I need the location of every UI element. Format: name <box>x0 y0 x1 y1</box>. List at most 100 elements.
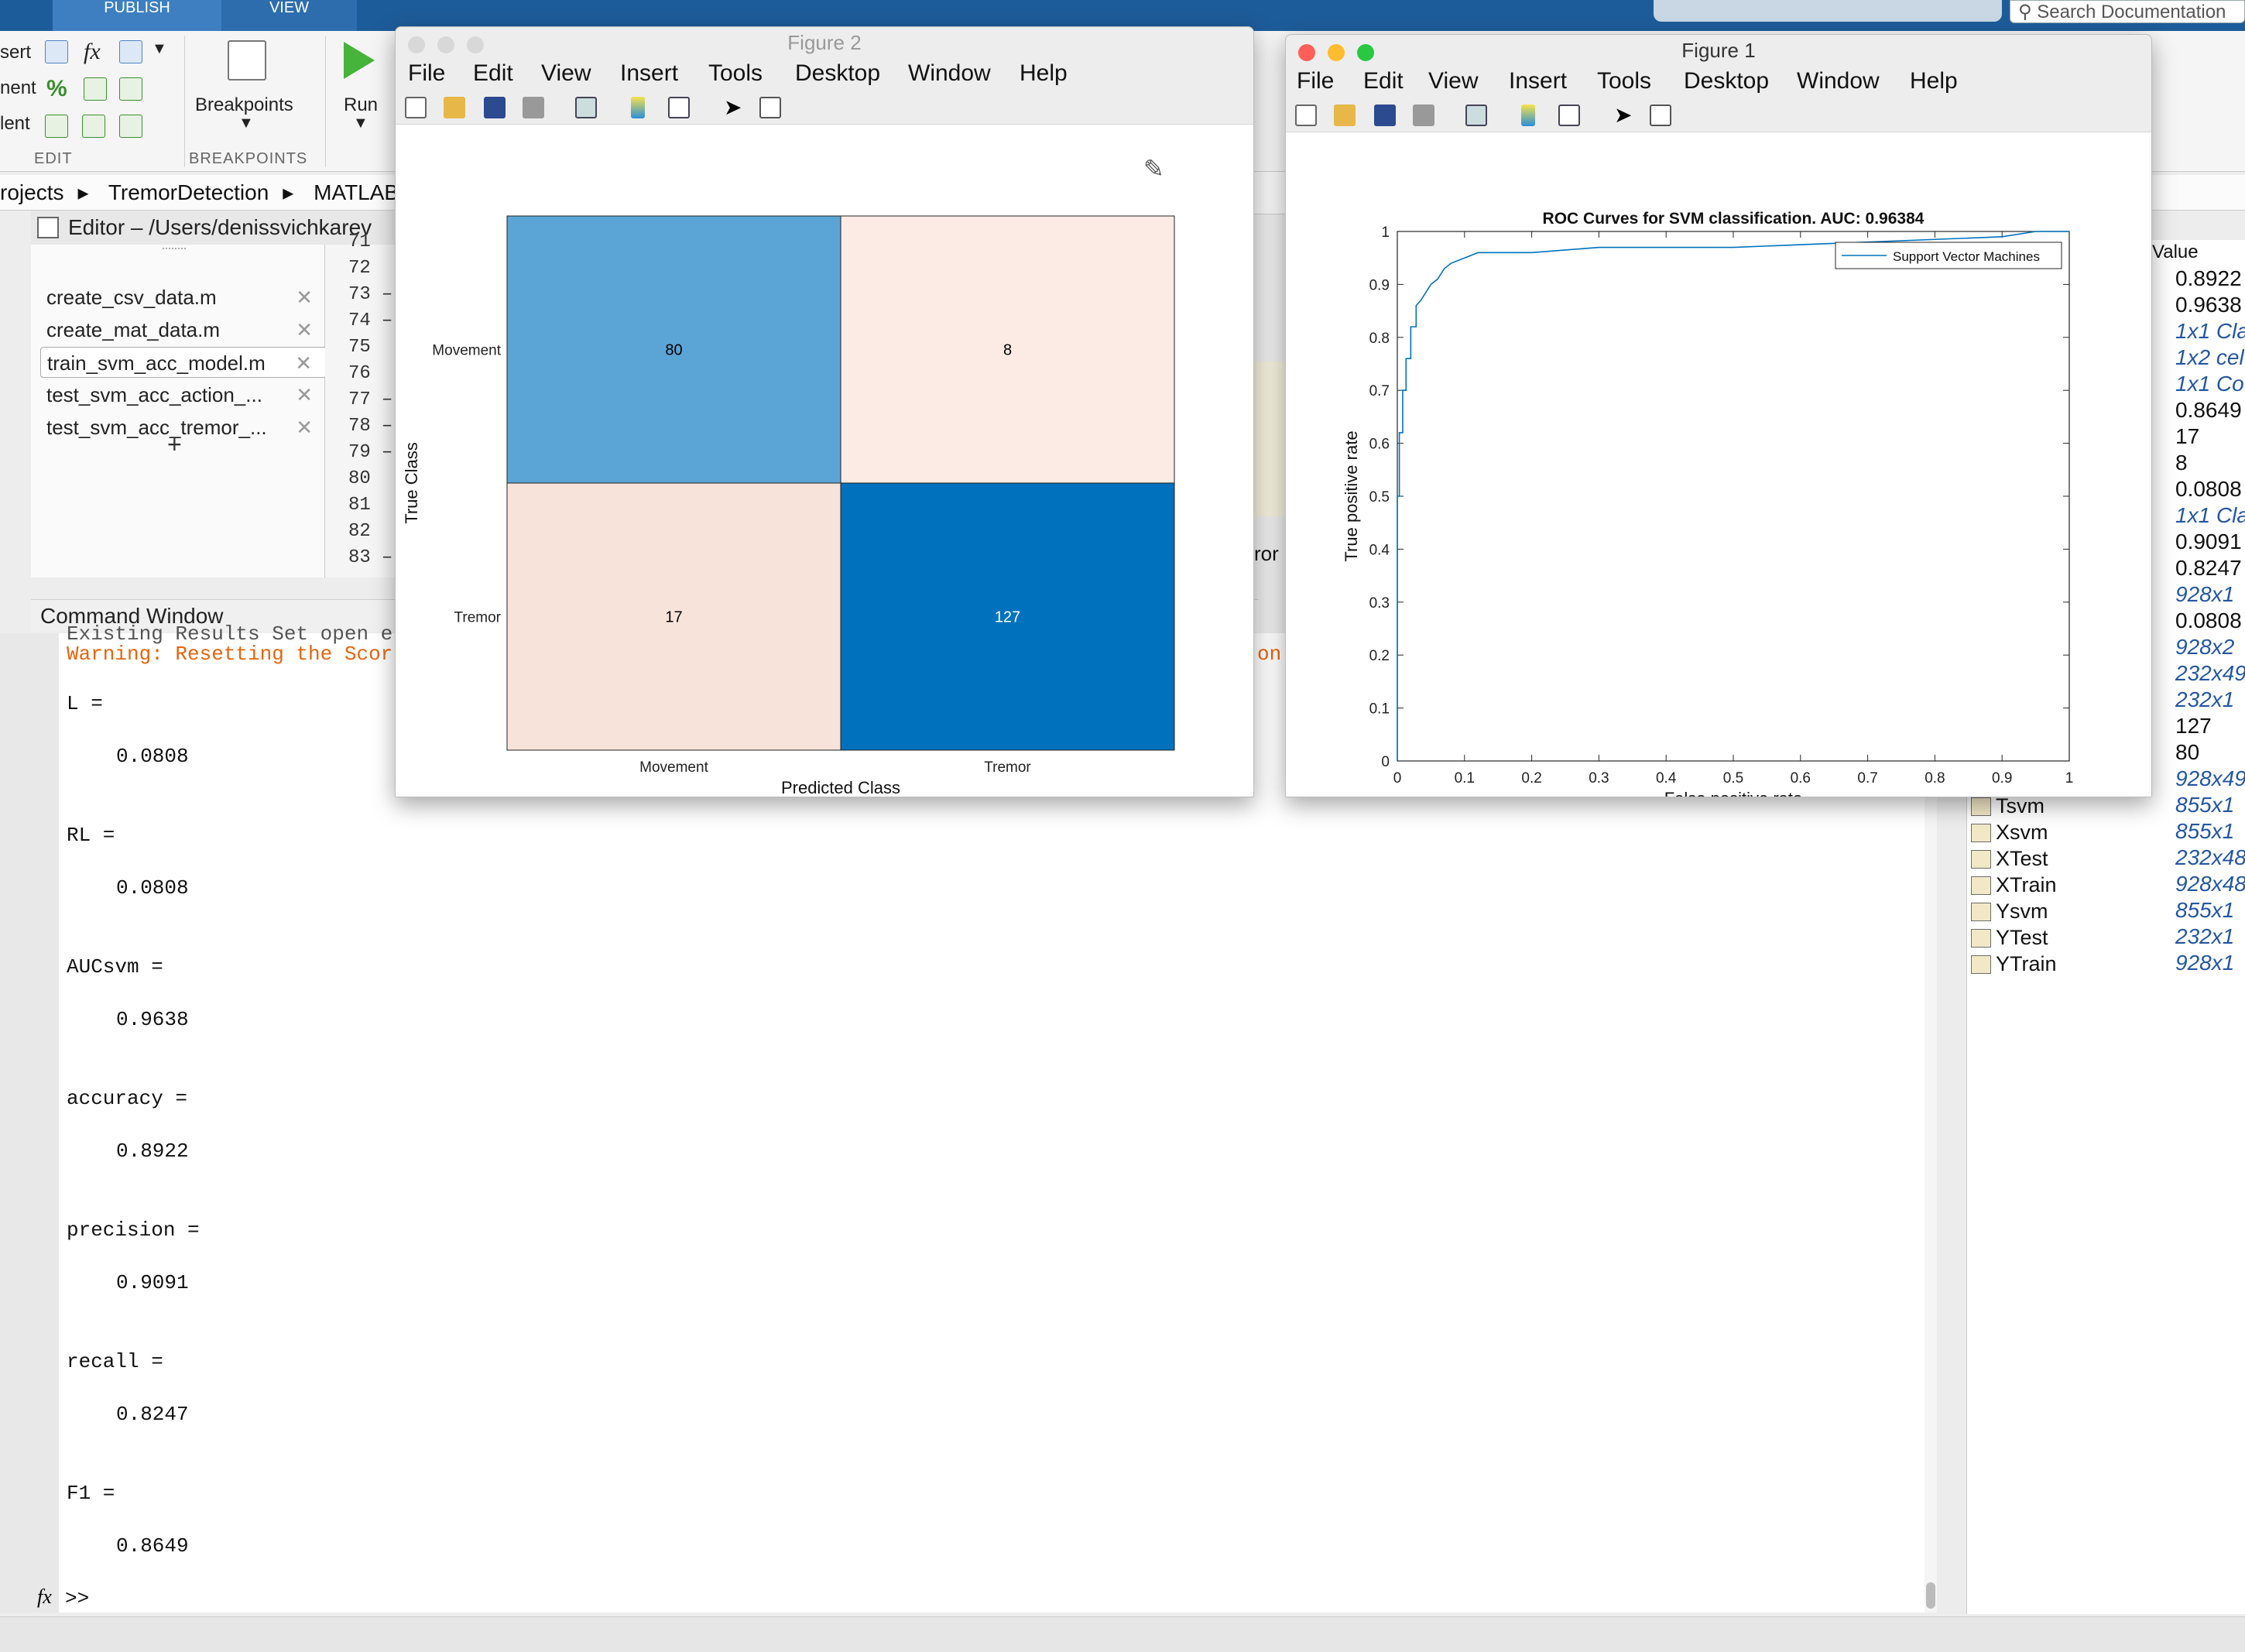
editor-file-tab[interactable]: test_svm_acc_tremor_... ✕ <box>40 412 327 443</box>
tab-view[interactable]: VIEW <box>221 0 357 31</box>
workspace-value[interactable]: 0.0808 <box>2175 477 2242 502</box>
save-icon[interactable] <box>1374 105 1396 126</box>
workspace-value[interactable]: 928x49 <box>2175 766 2245 791</box>
close-icon[interactable]: ✕ <box>296 282 313 313</box>
workspace-value[interactable]: 928x2 <box>2175 635 2234 660</box>
cursor-icon[interactable]: ➤ <box>724 97 745 118</box>
save-icon[interactable] <box>484 97 506 118</box>
new-figure-icon[interactable] <box>1295 105 1317 126</box>
workspace-value[interactable]: 0.0808 <box>2175 608 2242 633</box>
workspace-value[interactable]: 232x1 <box>2175 687 2234 712</box>
menu-file[interactable]: File <box>408 58 445 89</box>
chevron-down-icon[interactable]: ▼ <box>238 115 254 132</box>
breadcrumb-item[interactable]: MATLAB <box>314 180 399 204</box>
search-documentation-input[interactable]: ⚲ Search Documentation <box>2010 0 2245 23</box>
property-editor-icon[interactable] <box>1650 105 1671 126</box>
close-icon[interactable]: ✕ <box>296 379 313 410</box>
workspace-value[interactable]: 855x1 <box>2175 898 2234 923</box>
minimize-icon[interactable] <box>1328 44 1345 61</box>
comment-button[interactable]: nent <box>0 77 36 99</box>
code-fold-mark[interactable]: – <box>382 416 392 437</box>
workspace-value[interactable]: 17 <box>2175 424 2199 449</box>
uncomment-icon[interactable] <box>84 77 107 101</box>
workspace-value[interactable]: 8 <box>2175 451 2188 475</box>
workspace-value[interactable]: 0.8922 <box>2175 266 2242 291</box>
editor-file-tab[interactable]: create_csv_data.m ✕ <box>40 282 327 313</box>
comment-icon[interactable]: % <box>46 76 67 102</box>
maximize-icon[interactable] <box>1357 44 1374 61</box>
breakpoints-icon[interactable] <box>228 40 266 81</box>
workspace-value[interactable]: 232x48 <box>2175 845 2245 870</box>
wrap-comments-icon[interactable] <box>119 77 142 101</box>
menu-file[interactable]: File <box>1297 66 1334 97</box>
property-editor-icon[interactable] <box>759 97 781 118</box>
insert-button[interactable]: sert <box>0 42 31 63</box>
menu-view[interactable]: View <box>541 58 591 89</box>
menu-insert[interactable]: Insert <box>1509 66 1567 97</box>
workspace-value[interactable]: 0.9638 <box>2175 293 2242 317</box>
close-icon[interactable]: ✕ <box>296 314 313 345</box>
chevron-down-icon[interactable]: ▼ <box>353 115 368 132</box>
workspace-variable-name[interactable]: Xsvm <box>1996 821 2048 845</box>
breakpoints-button[interactable]: Breakpoints <box>195 94 293 116</box>
cursor-icon[interactable]: ➤ <box>1614 105 1636 126</box>
minimize-icon[interactable] <box>437 36 454 53</box>
workspace-value[interactable]: 1x2 cel <box>2175 345 2244 370</box>
editor-file-tab[interactable]: create_mat_data.m ✕ <box>40 314 327 345</box>
workspace-variable-name[interactable]: Ysvm <box>1996 900 2048 924</box>
editor-file-tab[interactable]: train_svm_acc_model.m ✕ <box>40 347 327 378</box>
menu-help[interactable]: Help <box>1020 58 1068 89</box>
add-file-button[interactable]: + <box>167 430 182 459</box>
print-icon[interactable] <box>523 97 544 118</box>
workspace-value[interactable]: 855x1 <box>2175 819 2234 844</box>
menu-window[interactable]: Window <box>1797 66 1880 97</box>
workspace-value[interactable]: 232x49 <box>2175 661 2245 686</box>
workspace-variable-name[interactable]: XTest <box>1996 847 2048 871</box>
close-icon[interactable]: ✕ <box>296 412 313 443</box>
insert-section-icon[interactable] <box>45 40 68 63</box>
fx-icon[interactable]: fx <box>84 39 101 65</box>
run-icon[interactable] <box>344 42 375 79</box>
workspace-value[interactable]: 1x1 Co <box>2175 372 2244 396</box>
legend-icon[interactable] <box>668 97 690 118</box>
editor-file-tab[interactable]: test_svm_acc_action_... ✕ <box>40 379 327 410</box>
colorbar-icon[interactable] <box>1521 105 1535 126</box>
breadcrumb-item[interactable]: rojects <box>0 180 63 204</box>
indent-button[interactable]: lent <box>0 113 30 135</box>
workspace-value[interactable]: 80 <box>2175 740 2199 765</box>
quick-access-toolbar[interactable] <box>1654 0 2002 22</box>
insert-function-icon[interactable] <box>119 40 142 63</box>
workspace-value[interactable]: 0.8247 <box>2175 556 2242 581</box>
print-icon[interactable] <box>1413 105 1434 126</box>
close-icon[interactable]: ✕ <box>295 348 312 379</box>
code-fold-mark[interactable]: – <box>382 442 392 463</box>
close-icon[interactable] <box>408 36 425 53</box>
workspace-value[interactable]: 0.8649 <box>2175 398 2242 423</box>
open-file-icon[interactable] <box>1334 105 1356 126</box>
workspace-value[interactable]: 1x1 Cla <box>2175 503 2245 528</box>
workspace-value[interactable]: 1x1 Cla <box>2175 319 2245 344</box>
workspace-variable-name[interactable]: XTrain <box>1996 873 2057 897</box>
workspace-value[interactable]: 928x1 <box>2175 951 2234 975</box>
legend-icon[interactable] <box>1558 105 1580 126</box>
menu-edit[interactable]: Edit <box>1363 66 1404 97</box>
decrease-indent-icon[interactable] <box>119 115 142 138</box>
code-fold-mark[interactable]: – <box>382 547 392 568</box>
workspace-variable-name[interactable]: YTest <box>1996 926 2048 950</box>
link-plot-icon[interactable] <box>575 97 597 118</box>
workspace-variable-name[interactable]: Tsvm <box>1996 794 2044 818</box>
run-button[interactable]: Run <box>344 94 378 116</box>
workspace-value[interactable]: 232x1 <box>2175 924 2234 949</box>
workspace-value-header[interactable]: Value <box>2152 242 2245 269</box>
workspace-value[interactable]: 0.9091 <box>2175 530 2242 554</box>
scrollbar-thumb[interactable] <box>1926 1582 1935 1609</box>
menu-tools[interactable]: Tools <box>1597 66 1651 97</box>
maximize-icon[interactable] <box>467 36 484 53</box>
increase-indent-icon[interactable] <box>82 115 105 138</box>
breadcrumb-item[interactable]: TremorDetection <box>108 180 269 204</box>
drag-handle[interactable] <box>163 248 186 251</box>
menu-tools[interactable]: Tools <box>708 58 763 89</box>
menu-window[interactable]: Window <box>908 58 991 89</box>
code-fold-mark[interactable]: – <box>382 284 392 305</box>
menu-insert[interactable]: Insert <box>620 58 678 89</box>
